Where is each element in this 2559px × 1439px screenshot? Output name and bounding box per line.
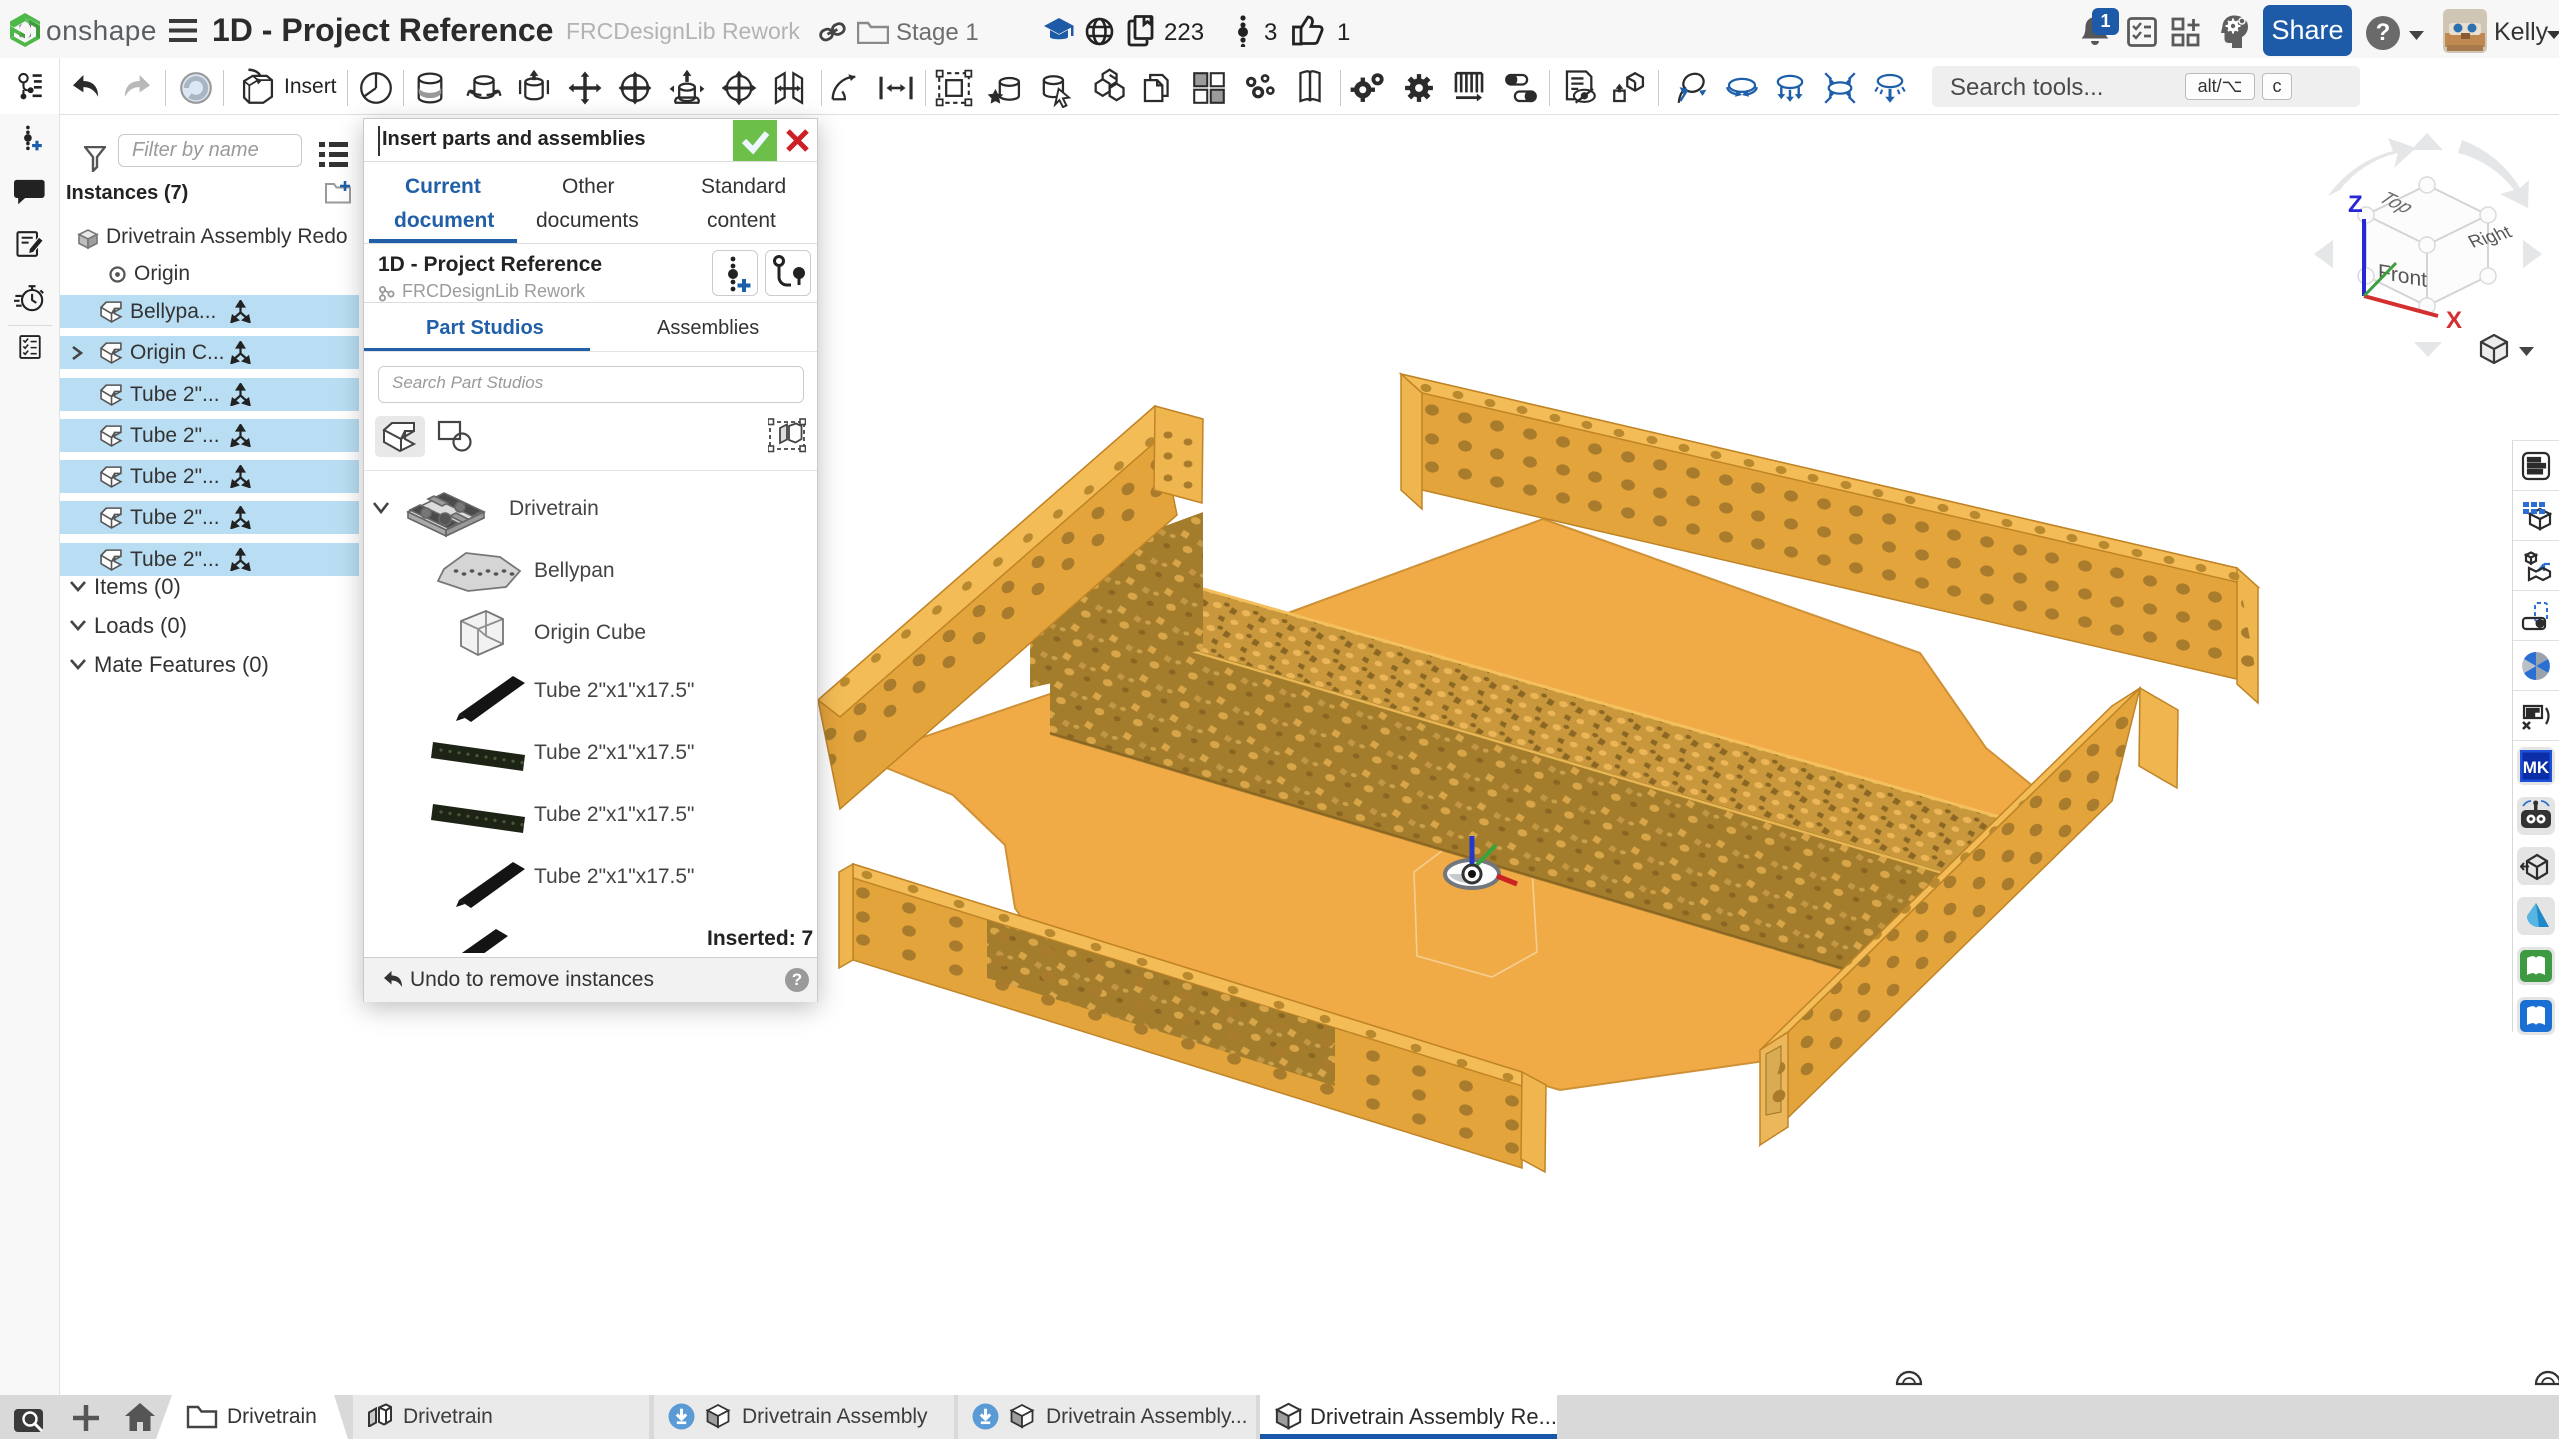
svg-text:X: X [2446, 307, 2462, 334]
svg-text:MK: MK [2523, 758, 2550, 777]
svg-text:Z: Z [2348, 191, 2363, 218]
